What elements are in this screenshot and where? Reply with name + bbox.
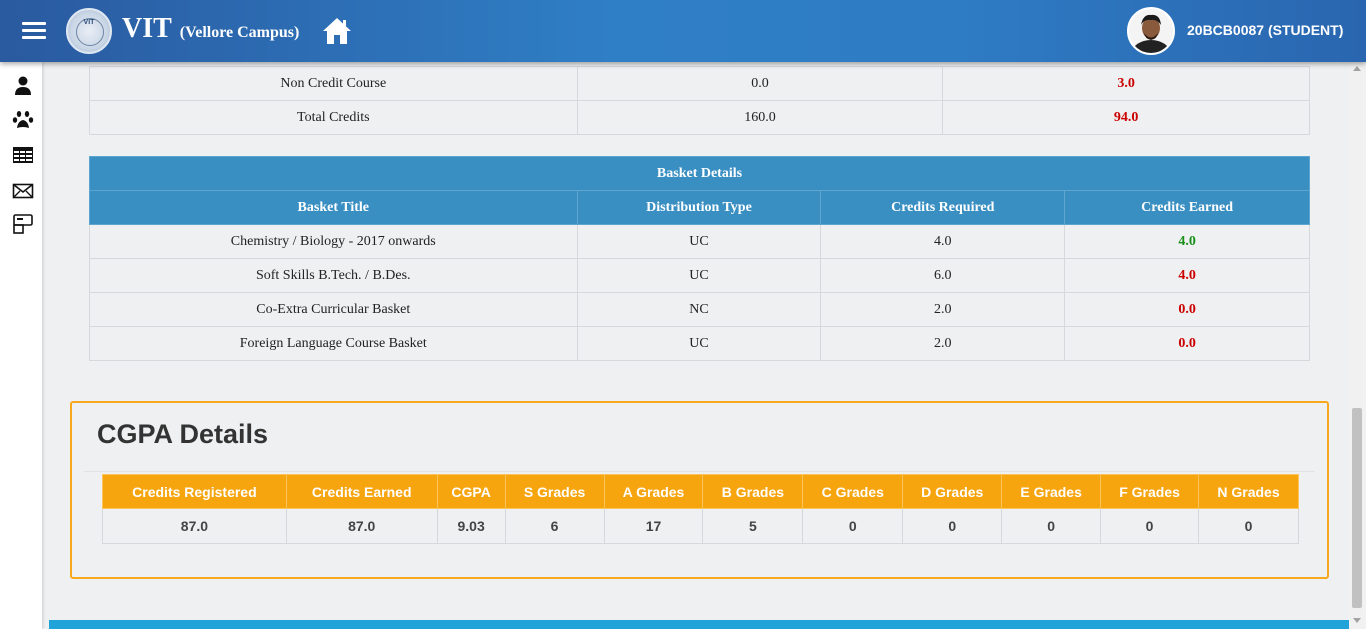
basket-title: Soft Skills B.Tech. / B.Des. (89, 258, 578, 293)
table-row: Foreign Language Course Basket UC 2.0 0.… (89, 326, 1310, 361)
footer-bar (49, 620, 1349, 629)
column-header: N Grades (1198, 474, 1299, 509)
mail-icon[interactable] (12, 179, 34, 201)
credits-earned: 4.0 (1064, 258, 1310, 293)
cgpa-table: Credits Registered Credits Earned CGPA S… (102, 474, 1299, 544)
table-row: Chemistry / Biology - 2017 onwards UC 4.… (89, 224, 1310, 259)
cgpa-panel: CGPA Details Credits Registered Credits … (70, 401, 1329, 579)
column-header: Distribution Type (576, 190, 822, 225)
credits-required: 4.0 (820, 224, 1066, 259)
basket-title: Foreign Language Course Basket (89, 326, 578, 361)
cgpa-value: 0 (1198, 508, 1299, 544)
paw-icon[interactable] (12, 109, 34, 131)
basket-table: Basket Details Basket Title Distribution… (89, 156, 1310, 361)
scroll-down-icon[interactable] (1353, 618, 1361, 623)
column-header: F Grades (1100, 474, 1200, 509)
user-icon[interactable] (12, 75, 34, 97)
cgpa-value: 87.0 (102, 508, 287, 544)
credits-required: 2.0 (820, 326, 1066, 361)
table-icon[interactable] (12, 144, 34, 166)
basket-title: Co-Extra Curricular Basket (89, 292, 578, 327)
cgpa-value: 0 (1001, 508, 1102, 544)
cgpa-value: 17 (603, 508, 704, 544)
cgpa-value: 87.0 (285, 508, 438, 544)
cgpa-value: 0 (1100, 508, 1200, 544)
credits-earned: 0.0 (1064, 292, 1310, 327)
column-header: S Grades (504, 474, 605, 509)
credits-table: Non Credit Course 0.0 3.0 Total Credits … (89, 66, 1310, 135)
divider (84, 471, 1315, 472)
column-header: Basket Title (89, 190, 578, 225)
home-icon[interactable] (321, 16, 353, 46)
credit-label: Total Credits (89, 100, 578, 135)
menu-toggle-icon[interactable] (22, 22, 46, 40)
top-navbar: VIT VIT (Vellore Campus) 20BCB0087 (STUD… (0, 0, 1366, 62)
cgpa-value: 0 (902, 508, 1003, 544)
cgpa-title: CGPA Details (97, 419, 269, 449)
table-row: Total Credits 160.0 94.0 (89, 100, 1310, 135)
table-row: 87.0 87.0 9.03 6 17 5 0 0 0 0 0 (102, 508, 1299, 544)
vit-logo: VIT (66, 8, 112, 54)
cgpa-value: 5 (702, 508, 804, 544)
user-id-label[interactable]: 20BCB0087 (STUDENT) (1187, 22, 1343, 38)
column-header: C Grades (802, 474, 904, 509)
sidebar (0, 62, 42, 629)
column-header: CGPA (436, 474, 506, 509)
column-header: Credits Registered (102, 474, 287, 509)
column-header: Credits Earned (1064, 190, 1310, 225)
basket-title: Chemistry / Biology - 2017 onwards (89, 224, 578, 259)
cgpa-value: 6 (504, 508, 605, 544)
column-header: A Grades (603, 474, 704, 509)
basket-table-title: Basket Details (89, 156, 1310, 191)
cgpa-value: 0 (802, 508, 904, 544)
credits-earned: 4.0 (1064, 224, 1310, 259)
card-icon[interactable] (12, 213, 34, 235)
column-header: Credits Earned (285, 474, 438, 509)
credits-required: 6.0 (820, 258, 1066, 293)
distribution-type: UC (576, 326, 822, 361)
column-header: Credits Required (820, 190, 1066, 225)
avatar[interactable] (1127, 7, 1175, 55)
scroll-up-icon[interactable] (1353, 66, 1361, 71)
credit-required: 0.0 (576, 66, 944, 101)
table-row: Soft Skills B.Tech. / B.Des. UC 6.0 4.0 (89, 258, 1310, 293)
distribution-type: UC (576, 224, 822, 259)
distribution-type: UC (576, 258, 822, 293)
column-header: E Grades (1001, 474, 1102, 509)
credit-required: 160.0 (576, 100, 944, 135)
brand-sub: (Vellore Campus) (179, 24, 300, 41)
credit-earned: 3.0 (942, 66, 1310, 101)
credits-required: 2.0 (820, 292, 1066, 327)
brand-main: VIT (122, 13, 172, 44)
brand-title: VIT (Vellore Campus) (122, 13, 299, 45)
credit-label: Non Credit Course (89, 66, 578, 101)
page-scrollbar[interactable] (1349, 62, 1366, 629)
table-row: Co-Extra Curricular Basket NC 2.0 0.0 (89, 292, 1310, 327)
credit-earned: 94.0 (942, 100, 1310, 135)
distribution-type: NC (576, 292, 822, 327)
credits-earned: 0.0 (1064, 326, 1310, 361)
column-header: D Grades (902, 474, 1003, 509)
cgpa-value: 9.03 (436, 508, 506, 544)
table-row: Non Credit Course 0.0 3.0 (89, 66, 1310, 101)
column-header: B Grades (702, 474, 804, 509)
scroll-thumb[interactable] (1352, 408, 1362, 608)
